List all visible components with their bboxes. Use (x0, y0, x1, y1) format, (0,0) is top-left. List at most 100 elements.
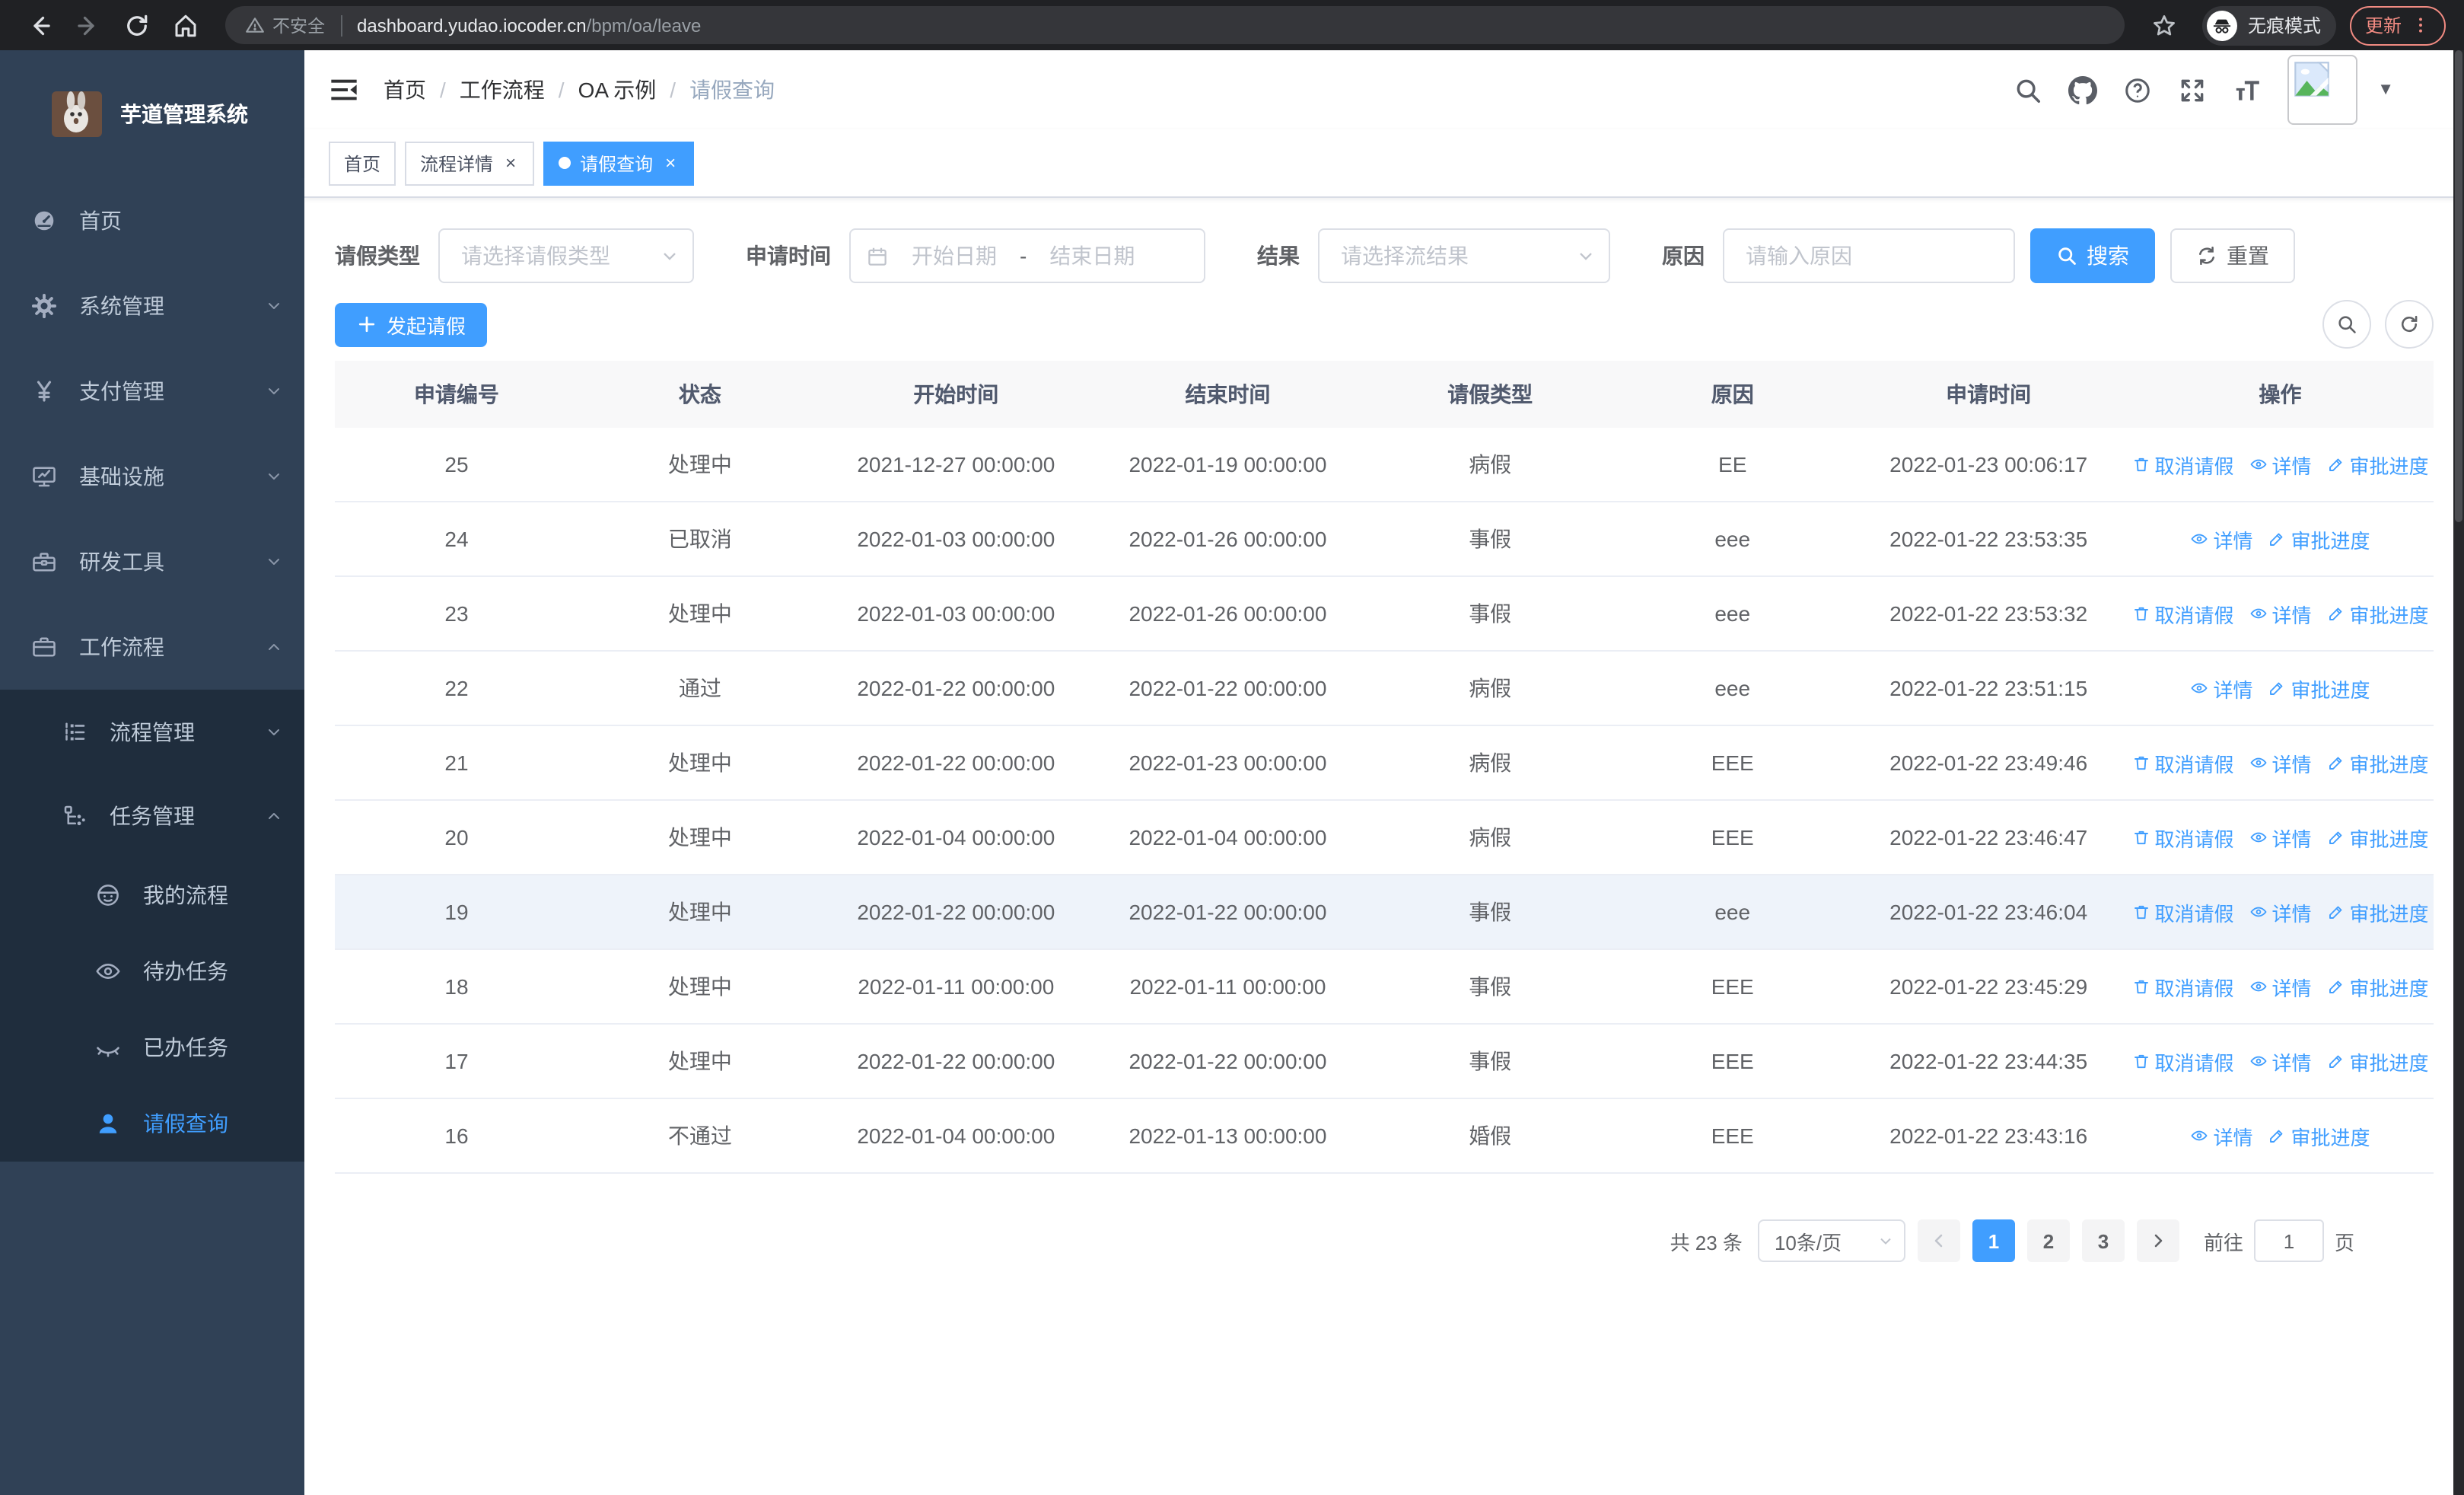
table-row[interactable]: 19 处理中 2022-01-22 00:00:00 2022-01-22 00:00… (335, 875, 2434, 950)
detail-link[interactable]: 详情 (2249, 748, 2312, 777)
forward-arrow-icon[interactable] (75, 11, 102, 39)
apply-time-range-picker[interactable]: 开始日期 - 结束日期 (849, 228, 1205, 283)
home-icon[interactable] (172, 11, 199, 39)
cancel-leave-link[interactable]: 取消请假 (2131, 897, 2234, 926)
detail-link[interactable]: 详情 (2249, 1047, 2312, 1076)
breadcrumb-item[interactable]: 工作流程 (460, 75, 545, 105)
action-label: 审批进度 (2291, 1126, 2370, 1149)
table-row[interactable]: 22 通过 2022-01-22 00:00:00 2022-01-22 00:00:… (335, 652, 2434, 726)
tag-item[interactable]: 首页 (329, 141, 396, 185)
refresh-table-button[interactable] (2385, 300, 2434, 349)
detail-link[interactable]: 详情 (2249, 972, 2312, 1001)
sidebar-item-基础设施[interactable]: 基础设施 (0, 434, 304, 519)
table-row[interactable]: 23 处理中 2022-01-03 00:00:00 2022-01-26 00:00… (335, 577, 2434, 652)
sidebar-item-首页[interactable]: 首页 (0, 178, 304, 263)
sidebar-item-流程管理[interactable]: 流程管理 (0, 690, 304, 773)
sidebar-item-待办任务[interactable]: 待办任务 (0, 933, 304, 1009)
kebab-menu-icon[interactable] (2411, 15, 2431, 35)
close-icon[interactable]: × (662, 152, 679, 174)
table-row[interactable]: 18 处理中 2022-01-11 00:00:00 2022-01-11 00:00… (335, 950, 2434, 1025)
window-scrollbar[interactable] (2453, 50, 2464, 1495)
chevron-up-icon (265, 806, 283, 824)
table-row[interactable]: 24 已取消 2022-01-03 00:00:00 2022-01-26 00:00… (335, 502, 2434, 577)
table-row[interactable]: 21 处理中 2022-01-22 00:00:00 2022-01-23 00:00… (335, 726, 2434, 801)
help-icon[interactable] (2123, 75, 2152, 104)
sidebar-item-我的流程[interactable]: 我的流程 (0, 857, 304, 933)
cancel-leave-link[interactable]: 取消请假 (2131, 972, 2234, 1001)
page-button-3[interactable]: 3 (2081, 1219, 2125, 1262)
detail-link[interactable]: 详情 (2190, 524, 2253, 553)
address-bar[interactable]: 不安全 dashboard.yudao.iocoder.cn/bpm/oa/le… (225, 6, 2125, 44)
user-avatar[interactable] (2287, 55, 2358, 125)
cancel-leave-link[interactable]: 取消请假 (2131, 599, 2234, 628)
sidebar-item-任务管理[interactable]: 任务管理 (0, 773, 304, 857)
cancel-leave-link[interactable]: 取消请假 (2131, 450, 2234, 479)
sidebar-item-请假查询[interactable]: 请假查询 (0, 1085, 304, 1162)
next-page-button[interactable] (2136, 1219, 2179, 1262)
approval-progress-link[interactable]: 审批进度 (2327, 450, 2429, 479)
breadcrumb-item[interactable]: OA 示例 (578, 75, 657, 105)
fullscreen-icon[interactable] (2178, 75, 2207, 104)
tag-active[interactable]: 请假查询 × (543, 141, 695, 185)
close-icon[interactable]: × (502, 152, 519, 174)
detail-link[interactable]: 详情 (2249, 450, 2312, 479)
search-button[interactable]: 搜索 (2030, 228, 2155, 283)
pen-icon (2327, 754, 2345, 772)
create-leave-button[interactable]: 发起请假 (335, 302, 488, 346)
page-button-2[interactable]: 2 (2026, 1219, 2070, 1262)
approval-progress-link[interactable]: 审批进度 (2327, 823, 2429, 852)
reset-button[interactable]: 重置 (2170, 228, 2295, 283)
approval-progress-link[interactable]: 审批进度 (2327, 972, 2429, 1001)
detail-link[interactable]: 详情 (2190, 674, 2253, 703)
goto-page-input[interactable]: 1 (2253, 1219, 2324, 1262)
table-row[interactable]: 16 不通过 2022-01-04 00:00:00 2022-01-13 00:00… (335, 1099, 2434, 1174)
tag-item[interactable]: 流程详情 × (405, 141, 535, 185)
cancel-leave-link[interactable]: 取消请假 (2131, 748, 2234, 777)
detail-link[interactable]: 详情 (2249, 897, 2312, 926)
table-row[interactable]: 17 处理中 2022-01-22 00:00:00 2022-01-22 00:00… (335, 1025, 2434, 1099)
page-size-select[interactable]: 10条/页 (1757, 1219, 1905, 1262)
sidebar-item-支付管理[interactable]: 支付管理 (0, 349, 304, 434)
sidebar-item-研发工具[interactable]: 研发工具 (0, 519, 304, 604)
cancel-leave-link[interactable]: 取消请假 (2131, 823, 2234, 852)
leave-type-select[interactable]: 请选择请假类型 (438, 228, 694, 283)
approval-progress-link[interactable]: 审批进度 (2268, 1121, 2370, 1150)
cell-id: 19 (444, 900, 469, 924)
approval-progress-link[interactable]: 审批进度 (2268, 524, 2370, 553)
bookmark-star-icon[interactable] (2150, 11, 2178, 39)
result-select[interactable]: 请选择流结果 (1318, 228, 1610, 283)
reload-icon[interactable] (123, 11, 151, 39)
breadcrumb-item[interactable]: 首页 (384, 75, 426, 105)
end-date-input[interactable]: 结束日期 (1039, 241, 1145, 271)
detail-link[interactable]: 详情 (2249, 599, 2312, 628)
approval-progress-link[interactable]: 审批进度 (2327, 599, 2429, 628)
prev-page-button[interactable] (1917, 1219, 1960, 1262)
approval-progress-link[interactable]: 审批进度 (2327, 1047, 2429, 1076)
detail-link[interactable]: 详情 (2249, 823, 2312, 852)
toggle-search-button[interactable] (2322, 300, 2371, 349)
table-row[interactable]: 20 处理中 2022-01-04 00:00:00 2022-01-04 00:00… (335, 801, 2434, 875)
font-size-icon[interactable] (2233, 75, 2262, 104)
scrollbar-thumb[interactable] (2455, 50, 2462, 522)
sidebar-item-工作流程[interactable]: 工作流程 (0, 604, 304, 690)
cell-start: 2022-01-11 00:00:00 (858, 974, 1055, 999)
page-button-1[interactable]: 1 (1972, 1219, 2015, 1262)
cancel-leave-link[interactable]: 取消请假 (2131, 1047, 2234, 1076)
chevron-down-icon (659, 245, 680, 266)
sidebar-item-系统管理[interactable]: 系统管理 (0, 263, 304, 349)
start-date-input[interactable]: 开始日期 (901, 241, 1008, 271)
detail-link[interactable]: 详情 (2190, 1121, 2253, 1150)
approval-progress-link[interactable]: 审批进度 (2327, 748, 2429, 777)
eye-icon (2190, 530, 2208, 548)
approval-progress-link[interactable]: 审批进度 (2268, 674, 2370, 703)
sidebar-fold-icon[interactable] (329, 75, 359, 105)
approval-progress-link[interactable]: 审批进度 (2327, 897, 2429, 926)
search-icon[interactable] (2014, 75, 2042, 104)
reason-input[interactable]: 请输入原因 (1723, 228, 2015, 283)
browser-update-button[interactable]: 更新 (2349, 5, 2446, 45)
table-row[interactable]: 25 处理中 2021-12-27 00:00:00 2022-01-19 00:00… (335, 428, 2434, 502)
back-arrow-icon[interactable] (26, 11, 53, 39)
github-icon[interactable] (2068, 75, 2098, 104)
sidebar-item-已办任务[interactable]: 已办任务 (0, 1009, 304, 1085)
caret-down-icon[interactable]: ▼ (2377, 81, 2394, 99)
